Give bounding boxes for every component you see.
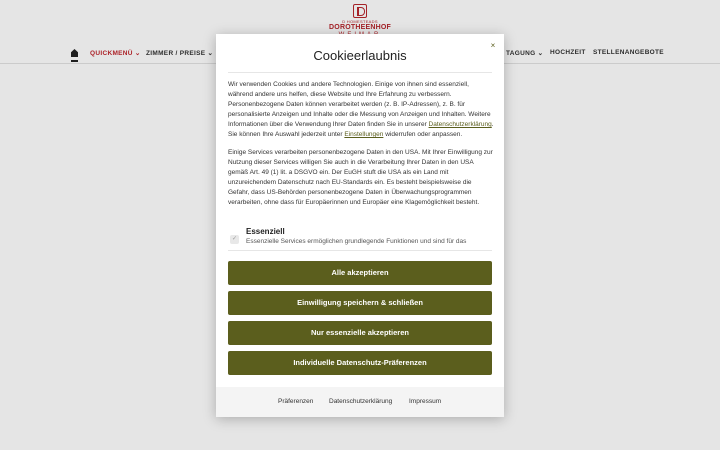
essential-description: Essenzielle Services ermöglichen grundle… <box>246 238 467 245</box>
close-icon[interactable]: × <box>488 41 498 51</box>
essential-title: Essenziell <box>246 227 285 236</box>
cookie-consent-dialog: Cookieerlaubnis × Wir verwenden Cookies … <box>216 34 504 417</box>
intro-paragraph: Wir verwenden Cookies und andere Technol… <box>228 80 494 140</box>
consent-text-scroll[interactable]: Wir verwenden Cookies und andere Technol… <box>228 80 494 248</box>
settings-link[interactable]: Einstellungen <box>344 131 383 138</box>
footer-link-preferences[interactable]: Präferenzen <box>278 398 313 405</box>
privacy-policy-link[interactable]: Datenschutzerklärung <box>429 121 492 128</box>
accept-all-button[interactable]: Alle akzeptieren <box>228 261 492 285</box>
essential-checkbox[interactable]: ✓ <box>230 235 239 244</box>
accept-essential-only-button[interactable]: Nur essenzielle akzeptieren <box>228 321 492 345</box>
footer-link-imprint[interactable]: Impressum <box>409 398 441 405</box>
usa-notice-paragraph: Einige Services verarbeiten personenbezo… <box>228 149 493 206</box>
footer-link-privacy[interactable]: Datenschutzerklärung <box>329 398 392 405</box>
essential-group: Essenziell Essenzielle Services ermöglic… <box>246 227 486 246</box>
divider <box>228 72 492 73</box>
individual-preferences-button[interactable]: Individuelle Datenschutz-Präferenzen <box>228 351 492 375</box>
intro-text-3: widerrufen oder anpassen. <box>383 131 463 138</box>
dialog-title: Cookieerlaubnis <box>313 48 407 63</box>
save-and-close-button[interactable]: Einwilligung speichern & schließen <box>228 291 492 315</box>
divider <box>228 250 492 251</box>
dialog-footer: Präferenzen Datenschutzerklärung Impress… <box>216 387 504 417</box>
